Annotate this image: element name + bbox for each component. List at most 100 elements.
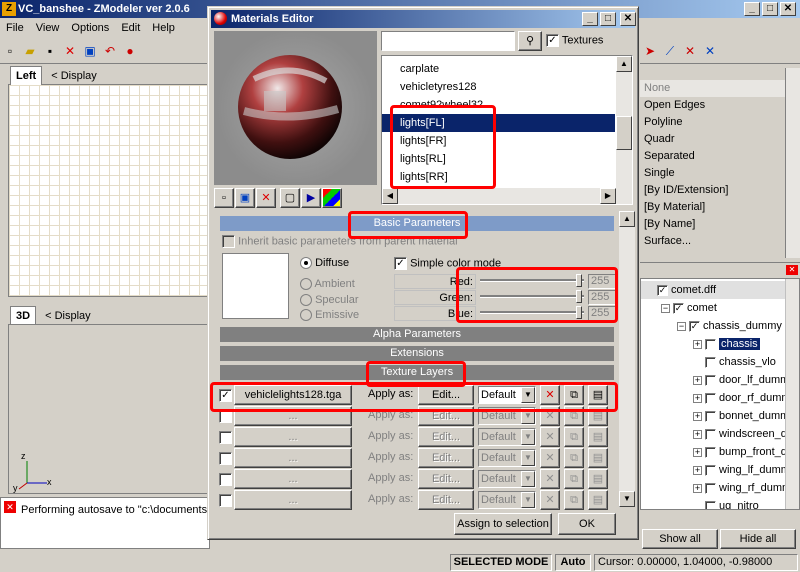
ambient-radio[interactable] <box>300 278 312 291</box>
tree-item[interactable]: − ✓ comet <box>641 299 785 317</box>
layer-delete-icon[interactable]: ✕ <box>540 469 560 489</box>
import-icon[interactable]: ▣ <box>81 42 99 60</box>
ambient-option[interactable]: Ambient <box>300 278 355 291</box>
viewport-3d-canvas[interactable]: z x y <box>8 324 208 494</box>
tree-visibility-checkbox[interactable] <box>705 500 716 509</box>
layer-delete-icon[interactable]: ✕ <box>540 427 560 447</box>
close-icon[interactable]: ✕ <box>780 2 796 16</box>
layer-mode-select[interactable]: Default ▼ <box>478 470 536 488</box>
properties-scroll-up-icon[interactable]: ▲ <box>619 211 635 227</box>
menu-view[interactable]: View <box>30 18 66 38</box>
tree-item[interactable]: + bump_front_dummy <box>641 443 785 461</box>
layer-copy-icon[interactable]: ⧉ <box>564 469 584 489</box>
save-icon[interactable]: ▪ <box>41 42 59 60</box>
specular-radio[interactable] <box>300 294 312 307</box>
menu-file[interactable]: File <box>0 18 30 38</box>
dialog-close-icon[interactable]: ✕ <box>620 12 636 26</box>
open-folder-icon[interactable]: ▰ <box>21 42 39 60</box>
tree-expand-icon[interactable]: + <box>693 429 702 439</box>
selection-item[interactable]: [By Name] <box>640 216 785 233</box>
delete-material-icon[interactable]: ✕ <box>256 188 276 208</box>
tree-visibility-checkbox[interactable] <box>705 392 716 404</box>
layer-copy-icon[interactable]: ⧉ <box>564 448 584 468</box>
layer-mode-select[interactable]: Default ▼ <box>478 491 536 509</box>
layer-edit-button[interactable]: Edit... <box>418 490 474 510</box>
hide-all-button[interactable]: Hide all <box>720 529 796 549</box>
viewport-left-canvas[interactable] <box>8 84 208 297</box>
binoculars-icon[interactable]: ⚲ <box>518 31 542 51</box>
selection-item[interactable]: Quadr <box>640 131 785 148</box>
minimize-icon[interactable]: _ <box>744 2 760 16</box>
layer-enable-checkbox[interactable] <box>219 473 232 486</box>
tree-visibility-checkbox[interactable] <box>705 428 716 440</box>
layer-enable-checkbox[interactable] <box>219 494 232 507</box>
inherit-checkbox[interactable] <box>222 235 235 248</box>
chevron-down-icon[interactable]: ▼ <box>521 492 535 508</box>
layer-paste-icon[interactable]: ▤ <box>588 469 608 489</box>
tree-visibility-checkbox[interactable] <box>705 482 716 494</box>
properties-scroll-down-icon[interactable]: ▼ <box>619 491 635 507</box>
selection-item[interactable]: Single <box>640 165 785 182</box>
select-arrow-icon[interactable]: ➤ <box>641 42 659 60</box>
assign-to-selection-button[interactable]: Assign to selection <box>454 513 552 535</box>
new-material-icon[interactable]: ▫ <box>214 188 234 208</box>
material-search-input[interactable] <box>381 31 515 51</box>
tree-item[interactable]: ✓ comet.dff <box>641 281 785 299</box>
layer-copy-icon[interactable]: ⧉ <box>564 490 584 510</box>
material-list-item[interactable]: carplate <box>382 60 615 78</box>
log-close-icon[interactable]: ✕ <box>4 501 16 513</box>
selection-item[interactable]: [By ID/Extension] <box>640 182 785 199</box>
tree-item[interactable]: − ✓ chassis_dummy <box>641 317 785 335</box>
undo-icon[interactable]: ↶ <box>101 42 119 60</box>
selection-item[interactable]: None <box>640 80 785 97</box>
selection-item[interactable]: [By Material] <box>640 199 785 216</box>
layer-edit-button[interactable]: Edit... <box>418 448 474 468</box>
material-list-hscroll[interactable]: ◀ ▶ <box>382 188 632 204</box>
simple-color-mode-checkbox[interactable]: ✓ <box>394 257 407 270</box>
scroll-right-icon[interactable]: ▶ <box>600 188 616 204</box>
tree-item[interactable]: + wing_lf_dummy <box>641 461 785 479</box>
viewport-left-display-menu[interactable]: < Display <box>51 70 97 82</box>
tree-item[interactable]: + door_rf_dummy <box>641 389 785 407</box>
axis-cross-icon[interactable]: ✕ <box>681 42 699 60</box>
tree-expand-icon[interactable]: − <box>661 303 670 313</box>
chevron-down-icon[interactable]: ▼ <box>521 450 535 466</box>
selection-panel-scrollbar[interactable] <box>785 68 800 258</box>
status-auto[interactable]: Auto <box>555 554 591 571</box>
tree-expand-icon[interactable]: + <box>693 375 702 385</box>
layer-texture-button[interactable]: ... <box>234 427 352 447</box>
emissive-radio[interactable] <box>300 309 312 322</box>
viewport-3d-tab[interactable]: 3D <box>10 306 37 325</box>
extensions-header[interactable]: Extensions <box>220 346 614 361</box>
layer-paste-icon[interactable]: ▤ <box>588 427 608 447</box>
tree-expand-icon[interactable]: + <box>693 465 702 475</box>
scroll-up-icon[interactable]: ▲ <box>616 56 632 72</box>
color-palette-icon[interactable] <box>322 188 342 208</box>
chevron-down-icon[interactable]: ▼ <box>521 429 535 445</box>
cube-preview-icon[interactable]: ▢ <box>280 188 300 208</box>
copy-material-icon[interactable]: ▣ <box>235 188 255 208</box>
tree-visibility-checkbox[interactable] <box>705 374 716 386</box>
layer-copy-icon[interactable]: ⧉ <box>564 427 584 447</box>
axis-move-icon[interactable]: ✕ <box>701 42 719 60</box>
selection-item[interactable]: Polyline <box>640 114 785 131</box>
axis-icon[interactable]: ⟋ <box>661 42 679 60</box>
selection-item[interactable]: Open Edges <box>640 97 785 114</box>
layer-edit-button[interactable]: Edit... <box>418 427 474 447</box>
viewport-left-tab[interactable]: Left <box>10 66 43 85</box>
specular-option[interactable]: Specular <box>300 294 358 307</box>
tree-item[interactable]: + windscreen_dummy <box>641 425 785 443</box>
tree-item[interactable]: chassis_vlo <box>641 353 785 371</box>
tree-visibility-checkbox[interactable] <box>705 356 716 368</box>
hierarchy-scrollbar[interactable] <box>785 279 799 509</box>
tree-visibility-checkbox[interactable] <box>705 464 716 476</box>
tree-visibility-checkbox[interactable]: ✓ <box>657 284 668 296</box>
hierarchy-close-icon[interactable]: ✕ <box>786 265 798 275</box>
textures-toggle[interactable]: ✓ Textures <box>546 34 603 47</box>
layer-enable-checkbox[interactable] <box>219 452 232 465</box>
layer-paste-icon[interactable]: ▤ <box>588 490 608 510</box>
dialog-minimize-icon[interactable]: _ <box>582 12 598 26</box>
show-all-button[interactable]: Show all <box>642 529 718 549</box>
tree-expand-icon[interactable]: + <box>693 339 702 349</box>
menu-help[interactable]: Help <box>146 18 181 38</box>
